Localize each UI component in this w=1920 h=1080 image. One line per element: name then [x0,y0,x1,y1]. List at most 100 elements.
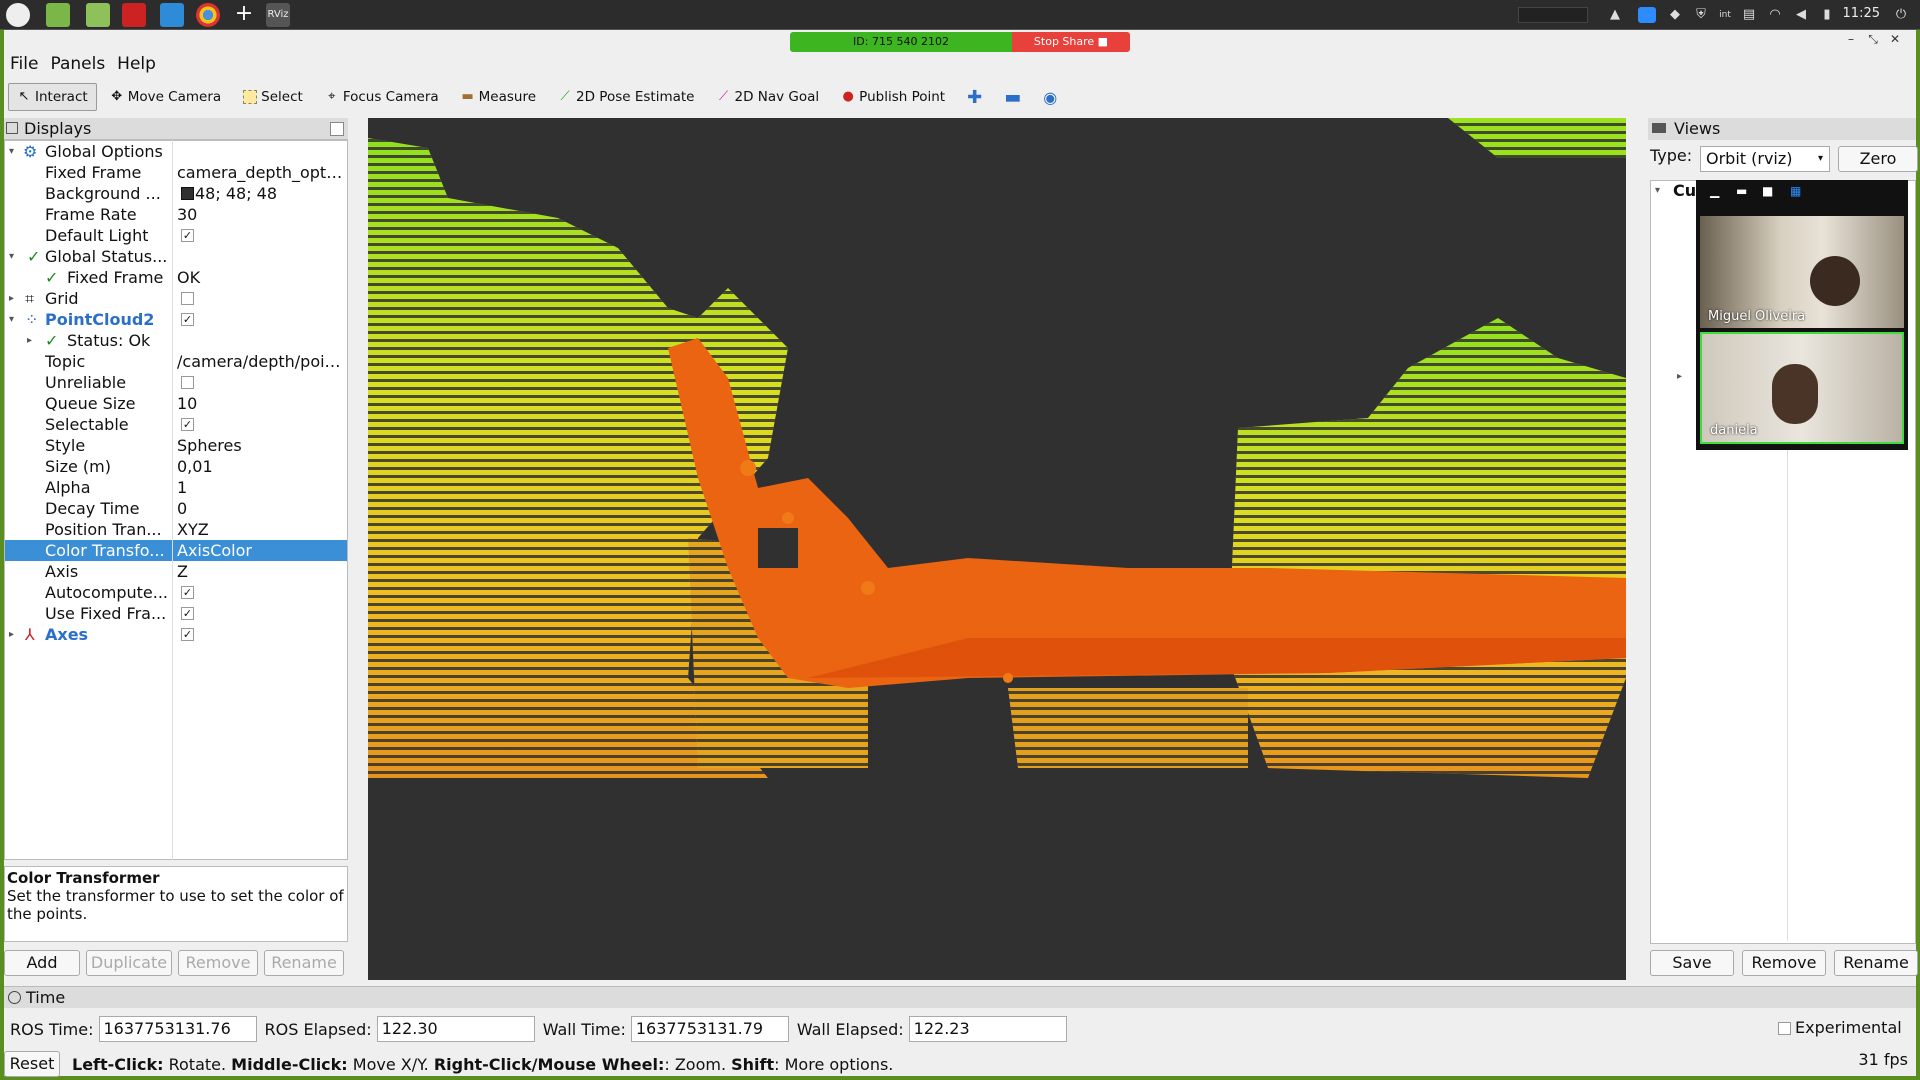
expand-arrow-icon[interactable]: ▾ [9,141,21,162]
stop-share-button[interactable]: Stop Share ■ [1012,32,1130,52]
duplicate-button[interactable]: Duplicate [86,950,172,976]
workspace-switcher[interactable] [1518,7,1588,23]
tree-row-autocompute[interactable]: Autocompute... ✓ [5,582,347,603]
power-icon[interactable]: ⏻ [1892,7,1910,23]
collapse-arrow-icon[interactable]: ▸ [9,288,21,309]
focus-camera-tool[interactable]: ⌖ Focus Camera [316,83,448,111]
panel-float-button[interactable] [330,122,344,136]
checkbox-checked[interactable]: ✓ [181,229,194,242]
minimize-icon[interactable]: – [1840,32,1862,46]
tree-row-use-fixed-frame[interactable]: Use Fixed Fra... ✓ [5,603,347,624]
pose-estimate-tool[interactable]: ⟋ 2D Pose Estimate [549,83,703,111]
add-icon[interactable]: + [232,3,256,27]
row-value[interactable]: 0,01 [177,456,347,477]
save-button[interactable]: Save [1650,950,1734,976]
rviz-icon[interactable]: RViz [266,3,290,27]
row-value[interactable]: Z [177,561,347,582]
mint-menu-icon[interactable] [6,3,30,27]
collapse-arrow-icon[interactable]: ▸ [9,624,21,645]
current-view-label[interactable]: Cu [1673,181,1696,200]
row-value[interactable]: 1 [177,477,347,498]
zero-button[interactable]: Zero [1838,146,1918,172]
menu-panels[interactable]: Panels [44,52,111,76]
expand-arrow-icon[interactable]: ▾ [1655,185,1660,196]
video-call-overlay[interactable]: ▁ ▬ ■ ▦ Miguel Oliveira daniela [1696,180,1908,450]
clock[interactable]: 11:25 [1843,6,1880,21]
checkbox-checked[interactable]: ✓ [181,313,194,326]
participant-tile-active[interactable]: daniela [1700,332,1904,444]
checkbox-unchecked[interactable] [181,292,194,305]
row-value[interactable]: XYZ [177,519,347,540]
minimize-icon[interactable]: ▁ [1710,184,1719,198]
camera-type-button[interactable]: ◉ [1034,83,1066,111]
printer-icon[interactable]: ▤ [1740,7,1758,23]
expand-arrow-icon[interactable]: ▾ [9,246,21,267]
row-value[interactable]: 48; 48; 48 [177,183,347,204]
experimental-checkbox[interactable]: Experimental [1778,1018,1902,1037]
publish-point-tool[interactable]: ● Publish Point [832,83,954,111]
tree-row-grid[interactable]: ▸ ⌗ Grid [5,288,347,309]
row-value[interactable]: /camera/depth/poi… [177,351,347,372]
row-value[interactable]: 10 [177,393,347,414]
shield-icon[interactable]: ⛨ [1692,7,1710,23]
tree-row-decay-time[interactable]: Decay Time 0 [5,498,347,519]
strip-view-icon[interactable]: ▬ [1736,184,1747,198]
tree-row-fixed-frame[interactable]: Fixed Frame camera_depth_opt… [5,162,347,183]
collapse-arrow-icon[interactable]: ▸ [1677,371,1682,382]
network-icon[interactable]: ▲ [1606,7,1624,23]
tree-row-default-light[interactable]: Default Light ✓ [5,225,347,246]
tree-row-topic[interactable]: Topic/camera/depth/poi… [5,351,347,372]
checkbox-unchecked[interactable] [1778,1022,1791,1035]
tree-row-global-status[interactable]: ▾ ✓ Global Status... [5,246,347,267]
battery-icon[interactable]: ▮ [1818,7,1836,23]
row-value[interactable]: camera_depth_opt… [177,162,347,183]
tree-row-alpha[interactable]: Alpha 1 [5,477,347,498]
dropbox-icon[interactable]: ◆ [1666,7,1684,23]
rename-view-button[interactable]: Rename [1834,950,1918,976]
remove-tool-button[interactable]: ▬ [995,83,1030,111]
zoom-icon[interactable] [1638,7,1656,23]
menu-file[interactable]: File [4,52,44,76]
desktop-icon[interactable] [46,3,70,27]
close-icon[interactable]: ✕ [1884,32,1906,46]
ros-elapsed-field[interactable]: 122.30 [376,1016,535,1042]
tree-row-pointcloud2[interactable]: ▾ ⁘ PointCloud2 ✓ [5,309,347,330]
tree-row-axes[interactable]: ▸ ⅄ Axes ✓ [5,624,347,645]
interact-tool[interactable]: ↖ Interact [8,83,97,111]
row-value[interactable]: Spheres [177,435,347,456]
remove-button[interactable]: Remove [178,950,258,976]
row-value[interactable]: AxisColor [177,540,347,561]
volume-icon[interactable]: ◀ [1792,7,1810,23]
tree-row-size[interactable]: Size (m) 0,01 [5,456,347,477]
measure-tool[interactable]: ▬ Measure [452,83,545,111]
tree-row-queue-size[interactable]: Queue Size 10 [5,393,347,414]
tree-row-status-ok[interactable]: ▸ ✓ Status: Ok [5,330,347,351]
add-tool-button[interactable]: ✚ [958,83,991,111]
tree-row-background[interactable]: Background ... 48; 48; 48 [5,183,347,204]
tree-row-position-transformer[interactable]: Position Tran... XYZ [5,519,347,540]
expand-arrow-icon[interactable]: ▾ [9,309,21,330]
checkbox-checked[interactable]: ✓ [181,607,194,620]
wall-time-field[interactable]: 1637753131.79 [630,1016,789,1042]
intel-icon[interactable]: int [1716,7,1734,23]
view-type-select[interactable]: Orbit (rviz) ▾ [1700,146,1830,172]
column-divider[interactable] [172,140,173,860]
color-swatch[interactable] [181,187,194,200]
tree-row-fixed-frame-status[interactable]: ✓ Fixed Frame OK [5,267,347,288]
speaker-view-icon[interactable]: ■ [1762,184,1773,198]
tree-row-axis[interactable]: Axis Z [5,561,347,582]
render-viewport[interactable] [368,118,1626,980]
files-icon[interactable] [86,3,110,27]
point-cloud-render[interactable] [368,118,1626,980]
checkbox-checked[interactable]: ✓ [181,418,194,431]
remove-view-button[interactable]: Remove [1742,950,1826,976]
tree-row-selectable[interactable]: Selectable ✓ [5,414,347,435]
tree-row-global-options[interactable]: ▾ ⚙ Global Options [5,141,347,162]
tree-row-frame-rate[interactable]: Frame Rate 30 [5,204,347,225]
chrome-icon[interactable] [196,3,220,27]
terminal-icon[interactable] [122,3,146,27]
wifi-icon[interactable]: ◠ [1766,7,1784,23]
select-tool[interactable]: Select [234,83,312,111]
row-value[interactable]: 0 [177,498,347,519]
row-value[interactable]: 30 [177,204,347,225]
